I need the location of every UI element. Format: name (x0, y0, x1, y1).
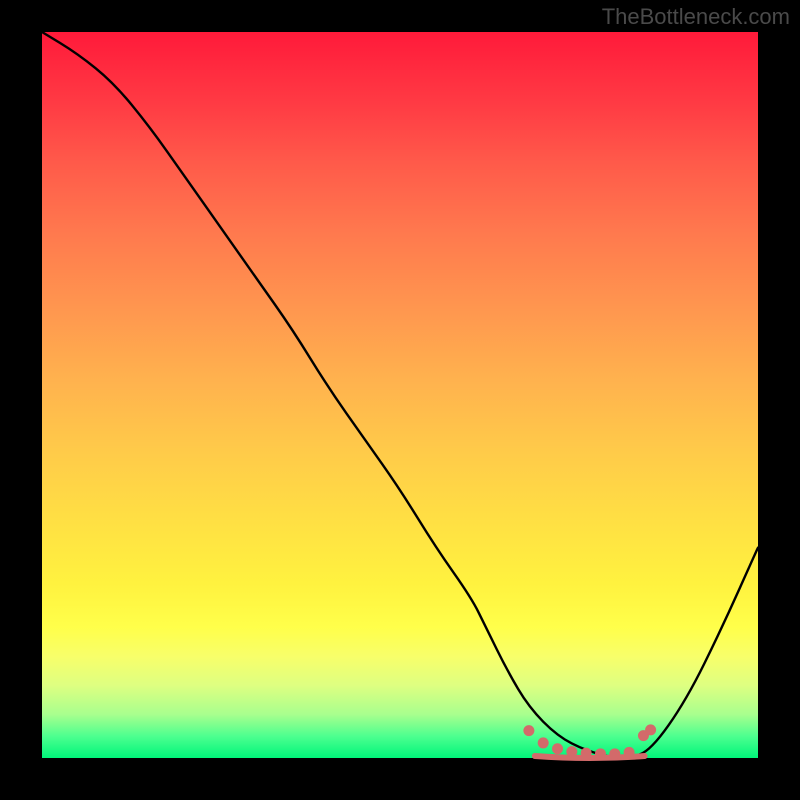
bottleneck-curve (42, 32, 758, 758)
optimal-marker-dot (566, 746, 577, 757)
attribution-text: TheBottleneck.com (602, 4, 790, 30)
optimal-marker-dot (609, 748, 620, 759)
chart-svg (42, 32, 758, 758)
optimal-marker-dot (624, 747, 635, 758)
optimal-marker-dot (595, 748, 606, 759)
optimal-zone-markers (523, 724, 656, 759)
optimal-marker-dot (523, 725, 534, 736)
optimal-marker-dot (538, 737, 549, 748)
plot-area (42, 32, 758, 758)
optimal-marker-dot (552, 743, 563, 754)
optimal-marker-dot (645, 724, 656, 735)
optimal-marker-dot (581, 748, 592, 759)
